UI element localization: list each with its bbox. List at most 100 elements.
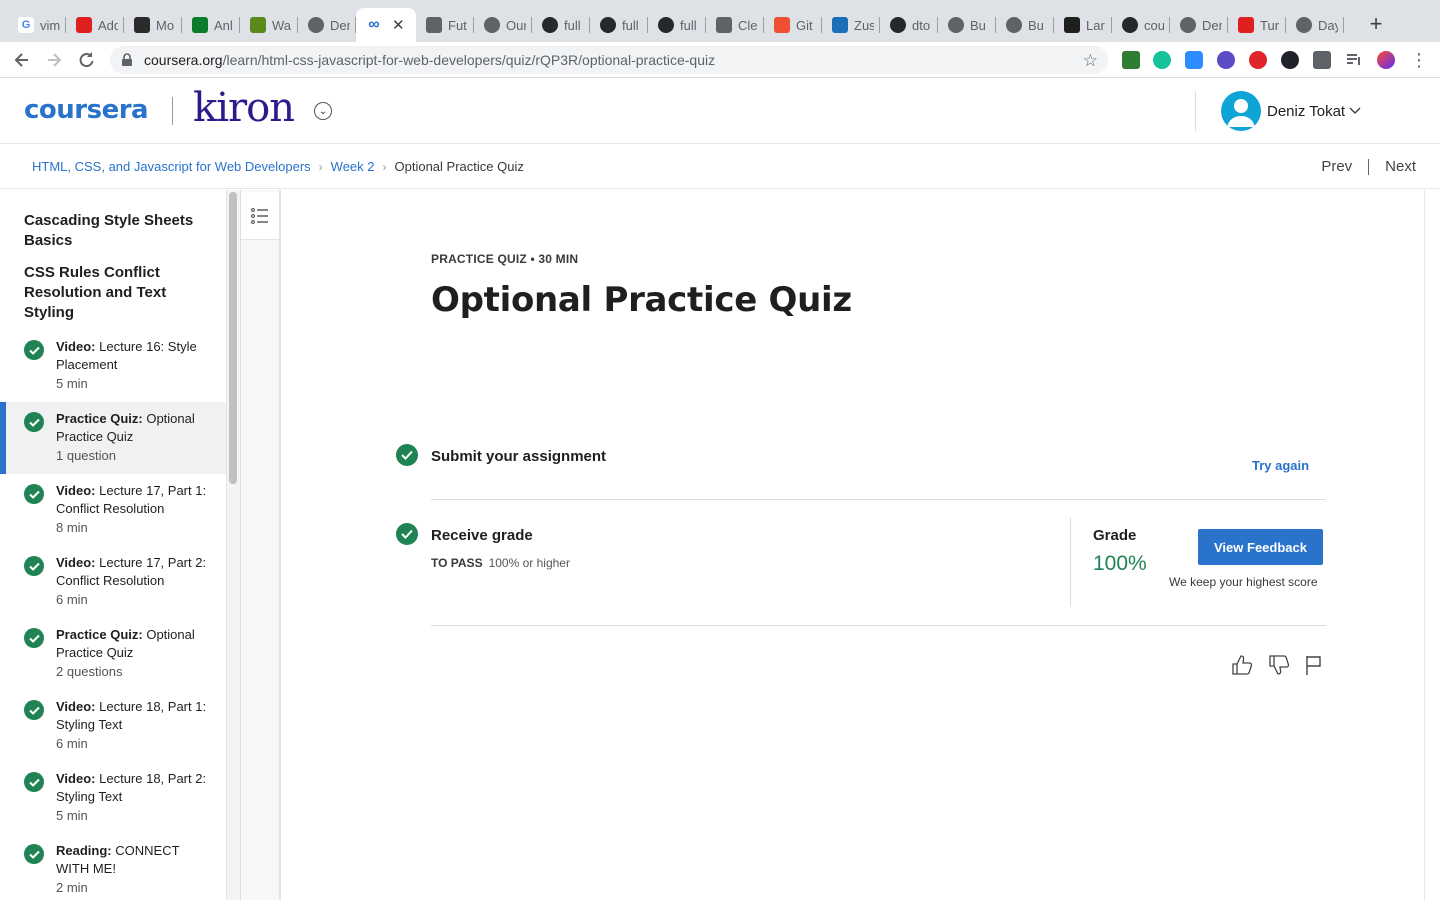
- extension-check-icon[interactable]: [1217, 51, 1235, 69]
- divider: [431, 499, 1326, 500]
- browser-tab[interactable]: Add: [66, 8, 124, 42]
- tab-title: Bu: [970, 17, 986, 33]
- coursera-logo[interactable]: coursera: [24, 95, 149, 125]
- toggle-outline-button[interactable]: [241, 192, 279, 240]
- outline-item-title: Video: Lecture 16: Style Placement: [56, 338, 216, 374]
- browser-tab[interactable]: Tur: [1228, 8, 1286, 42]
- report-flag-icon[interactable]: [1303, 654, 1325, 676]
- browser-tab[interactable]: Cle: [706, 8, 764, 42]
- zus-icon: [832, 17, 848, 33]
- forward-icon[interactable]: [44, 50, 64, 70]
- outline-item[interactable]: Video: Lecture 18, Part 1: Styling Text 6…: [0, 690, 226, 762]
- outline-item[interactable]: Video: Lecture 17, Part 1: Conflict Reso…: [0, 474, 226, 546]
- browser-tab[interactable]: Mo: [124, 8, 182, 42]
- highest-score-note: We keep your highest score: [1169, 575, 1318, 589]
- completed-check-icon: [24, 412, 44, 432]
- browser-tab[interactable]: full: [532, 8, 590, 42]
- section-heading-conflict-resolution[interactable]: CSS Rules Conflict Resolution and Text S…: [24, 263, 204, 323]
- outline-item-title: Video: Lecture 17, Part 2: Conflict Reso…: [56, 554, 216, 590]
- browser-tab[interactable]: Bu: [938, 8, 996, 42]
- grade-divider: [1070, 517, 1071, 607]
- browser-tab[interactable]: full: [648, 8, 706, 42]
- address-bar[interactable]: coursera.org/learn/html-css-javascript-f…: [110, 46, 1108, 74]
- thumbs-up-icon[interactable]: [1231, 654, 1253, 676]
- outline-item-kind: Practice Quiz:: [56, 627, 143, 642]
- browser-tab[interactable]: Git: [764, 8, 822, 42]
- outline-item-kind: Reading:: [56, 843, 112, 858]
- pager-divider: [1368, 158, 1370, 175]
- browser-tab[interactable]: dto: [880, 8, 938, 42]
- browser-tab[interactable]: Zus: [822, 8, 880, 42]
- thumbs-down-icon[interactable]: [1268, 654, 1290, 676]
- browser-tab[interactable]: Our: [474, 8, 532, 42]
- tab-title: Der: [330, 17, 350, 33]
- profile-icon[interactable]: [1377, 51, 1395, 69]
- try-again-link[interactable]: Try again: [1252, 458, 1309, 473]
- media-queue-icon[interactable]: [1345, 51, 1363, 69]
- reload-icon[interactable]: [76, 50, 96, 70]
- section-heading-basics[interactable]: Cascading Style Sheets Basics: [24, 211, 204, 251]
- outline-item[interactable]: Practice Quiz: Optional Practice Quiz 2 q…: [0, 618, 226, 690]
- grade-label: Grade: [1093, 527, 1137, 544]
- tab-title: Add: [98, 17, 118, 33]
- chevron-down-icon[interactable]: ⌄: [314, 102, 332, 120]
- prev-link[interactable]: Prev: [1321, 158, 1352, 175]
- outline-item[interactable]: Practice Quiz: Optional Practice Quiz 1 q…: [0, 402, 226, 474]
- tab-title: Bu: [1028, 17, 1044, 33]
- browser-tab[interactable]: Der: [1170, 8, 1228, 42]
- zoom-icon[interactable]: [1185, 51, 1203, 69]
- outline-item[interactable]: Video: Lecture 18, Part 2: Styling Text 5…: [0, 762, 226, 834]
- browser-tab[interactable]: Der: [298, 8, 356, 42]
- extension-bookmark-icon[interactable]: [1122, 51, 1140, 69]
- kiron-logo[interactable]: kiron: [193, 85, 295, 131]
- course-outline-sidebar: Cascading Style Sheets Basics CSS Rules …: [0, 190, 226, 900]
- new-tab-button[interactable]: +: [1364, 13, 1388, 35]
- breadcrumb-course-link[interactable]: HTML, CSS, and Javascript for Web Develo…: [32, 159, 311, 174]
- content-right-border: [1424, 190, 1425, 900]
- chrome-menu-icon[interactable]: ⋮: [1410, 51, 1428, 69]
- tab-title: Git: [796, 17, 813, 33]
- next-link[interactable]: Next: [1385, 158, 1416, 175]
- colorblocks-icon: [134, 17, 150, 33]
- browser-tab[interactable]: Bu: [996, 8, 1054, 42]
- view-feedback-button[interactable]: View Feedback: [1198, 529, 1323, 565]
- adblock-icon[interactable]: [1249, 51, 1267, 69]
- sidebar-scroll-thumb[interactable]: [229, 192, 237, 484]
- user-name[interactable]: Deniz Tokat: [1267, 103, 1345, 120]
- github-icon: [890, 17, 906, 33]
- close-tab-icon[interactable]: ✕: [392, 16, 405, 34]
- outline-item-kind: Video:: [56, 483, 96, 498]
- react-devtools-icon[interactable]: [1281, 51, 1299, 69]
- browser-tab[interactable]: Fut: [416, 8, 474, 42]
- breadcrumb-week-link[interactable]: Week 2: [331, 159, 375, 174]
- breadcrumb-chevron-icon: ›: [318, 159, 323, 174]
- outline-item[interactable]: Video: Lecture 17, Part 2: Conflict Reso…: [0, 546, 226, 618]
- browser-tab[interactable]: Lar: [1054, 8, 1112, 42]
- browser-tab[interactable]: Gvim: [8, 8, 66, 42]
- tab-title: Anl: [214, 17, 233, 33]
- tab-title: dto: [912, 17, 931, 33]
- u-icon: [192, 17, 208, 33]
- outline-item[interactable]: Video: Lecture 16: Style Placement 5 min: [0, 330, 226, 402]
- browser-tab[interactable]: Anl: [182, 8, 240, 42]
- user-menu-chevron-icon[interactable]: [1349, 106, 1361, 118]
- browser-tab[interactable]: cou: [1112, 8, 1170, 42]
- back-icon[interactable]: [12, 50, 32, 70]
- browser-tab[interactable]: Wa: [240, 8, 298, 42]
- item-type-label: PRACTICE QUIZ • 30 MIN: [431, 252, 579, 266]
- outline-item-title: Video: Lecture 18, Part 2: Styling Text: [56, 770, 216, 806]
- browser-tab[interactable]: Day: [1286, 8, 1344, 42]
- browser-tab[interactable]: full: [590, 8, 648, 42]
- outline-item[interactable]: Reading: CONNECT WITH ME! 2 min: [0, 834, 226, 900]
- outline-item-duration: 6 min: [56, 592, 88, 607]
- extensions-puzzle-icon[interactable]: [1313, 51, 1331, 69]
- browser-toolbar: coursera.org/learn/html-css-javascript-f…: [0, 42, 1440, 78]
- browser-tab[interactable]: ∞ ✕: [356, 8, 416, 42]
- outline-item-duration: 5 min: [56, 376, 88, 391]
- bookmark-star-icon[interactable]: ☆: [1083, 51, 1098, 71]
- completed-check-icon: [24, 844, 44, 864]
- tab-title: Tur: [1260, 17, 1280, 33]
- globe-icon: [484, 17, 500, 33]
- avatar[interactable]: [1221, 91, 1261, 131]
- grammarly-icon[interactable]: [1153, 51, 1171, 69]
